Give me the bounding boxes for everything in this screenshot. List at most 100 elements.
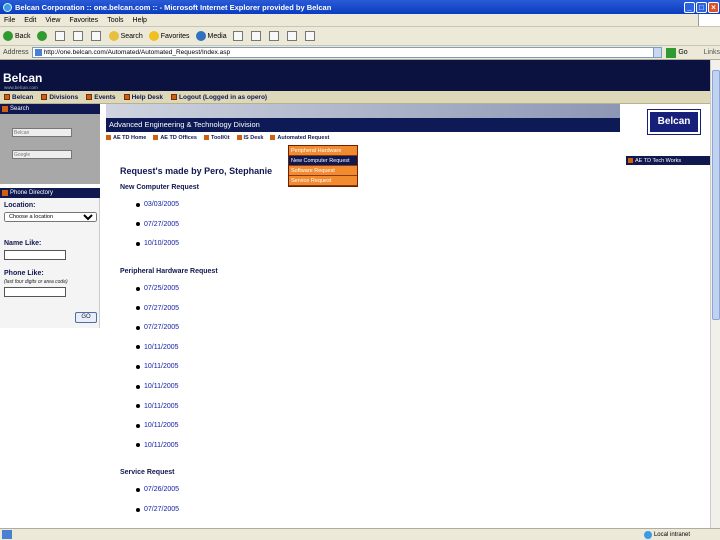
stop-button[interactable] — [54, 31, 67, 41]
location-label: Location: — [4, 202, 36, 209]
nav-events[interactable]: Events — [86, 94, 116, 101]
request-list: Request's made by Pero, Stephanie New Co… — [120, 166, 620, 528]
name-input[interactable] — [4, 250, 66, 260]
request-date-link[interactable]: 10/10/2005 — [144, 240, 179, 247]
subnav-bullet-icon — [204, 135, 209, 140]
request-date-link[interactable]: 10/11/2005 — [144, 363, 179, 370]
menu-view[interactable]: View — [45, 17, 60, 24]
request-date-link[interactable]: 10/11/2005 — [144, 403, 179, 410]
folder-button[interactable] — [304, 31, 317, 41]
peripheral-list: 07/25/2005 07/27/2005 07/27/2005 10/11/2… — [144, 279, 620, 455]
section-title-new-computer: New Computer Request — [120, 184, 199, 191]
print-button[interactable] — [268, 31, 281, 41]
mail-button[interactable] — [250, 31, 263, 41]
mail-icon — [250, 31, 261, 41]
phone-hint: (last four digits or area code) — [4, 279, 68, 285]
request-date-link[interactable]: 07/25/2005 — [144, 285, 179, 292]
list-item: 07/27/2005 — [144, 318, 620, 338]
menu-edit[interactable]: Edit — [24, 17, 36, 24]
stop-icon — [54, 31, 65, 41]
request-date-link[interactable]: 10/11/2005 — [144, 442, 179, 449]
subnav-toolkit[interactable]: ToolKit — [204, 135, 230, 141]
phone-input[interactable] — [4, 287, 66, 297]
request-date-link[interactable]: 10/11/2005 — [144, 344, 179, 351]
phone-directory-header: Phone Directory — [0, 188, 100, 198]
list-item: 10/11/2005 — [144, 338, 620, 358]
go-button[interactable]: Go — [666, 47, 688, 58]
subnav-bullet-icon — [236, 135, 242, 140]
subnav-aetd-home[interactable]: AE TD Home — [106, 135, 146, 141]
maximize-button[interactable]: □ — [696, 1, 707, 13]
name-label: Name Like: — [4, 240, 42, 247]
request-date-link[interactable]: 07/27/2005 — [144, 305, 179, 312]
go-arrow-icon — [666, 47, 677, 58]
history-button[interactable] — [232, 31, 245, 41]
menu-favorites[interactable]: Favorites — [69, 17, 98, 24]
list-item: 10/11/2005 — [144, 396, 620, 416]
address-dropdown-button[interactable] — [653, 47, 663, 58]
request-date-link[interactable]: 10/11/2005 — [144, 422, 179, 429]
site-header: Belcan www.belcan.com — [0, 60, 710, 91]
favorites-button[interactable]: Favorites — [148, 31, 190, 41]
nav-help-desk[interactable]: Help Desk — [123, 94, 163, 101]
division-subnav: AE TD Home AE TD Offices ToolKit IS Desk… — [106, 133, 626, 142]
page-status-icon — [2, 530, 12, 539]
belcan-logo[interactable]: Belcan — [3, 71, 42, 85]
edit-icon — [286, 31, 297, 41]
tech-works-link[interactable]: AE TD Tech Works — [626, 156, 710, 165]
status-bar: Local intranet — [0, 528, 720, 540]
media-button[interactable]: Media — [195, 31, 227, 41]
request-date-link[interactable]: 07/26/2005 — [144, 486, 179, 493]
vertical-scrollbar[interactable] — [710, 60, 720, 528]
back-button[interactable]: Back — [3, 31, 31, 41]
address-label: Address — [3, 49, 29, 56]
location-select[interactable]: Choose a location — [4, 212, 97, 222]
subnav-aetd-offices[interactable]: AE TD Offices — [153, 135, 197, 141]
media-icon — [195, 31, 206, 41]
request-date-link[interactable]: 10/11/2005 — [144, 383, 179, 390]
request-date-link[interactable]: 07/27/2005 — [144, 506, 179, 513]
nav-logout[interactable]: Logout (Logged in as opero) — [171, 94, 267, 101]
subnav-is-desk[interactable]: IS Desk — [236, 135, 263, 141]
close-button[interactable]: × — [708, 1, 719, 13]
list-item: 10/11/2005 — [144, 436, 620, 456]
page-title: Request's made by Pero, Stephanie — [120, 166, 273, 176]
subnav-automated-request[interactable]: Automated Request — [270, 135, 329, 141]
dropdown-new-computer-request[interactable]: New Computer Request — [289, 156, 357, 166]
request-date-link[interactable]: 03/03/2005 — [144, 201, 179, 208]
forward-button[interactable] — [36, 31, 49, 41]
logo-subtitle: www.belcan.com — [4, 85, 38, 90]
panel-bullet-icon — [2, 190, 8, 196]
nav-bullet-icon — [123, 94, 130, 100]
belcan-search-input[interactable] — [12, 128, 72, 137]
panel-bullet-icon — [2, 106, 8, 112]
edit-button[interactable] — [286, 31, 299, 41]
nav-belcan[interactable]: Belcan — [4, 94, 33, 101]
phone-label: Phone Like: — [4, 270, 44, 277]
subnav-bullet-icon — [153, 135, 159, 140]
ie-icon — [3, 2, 12, 12]
dropdown-service-request[interactable]: Service Request — [289, 176, 357, 186]
minimize-button[interactable]: _ — [684, 1, 695, 13]
address-bar: Address http://one.belcan.com/Automated/… — [0, 46, 720, 60]
google-search-input[interactable] — [12, 150, 72, 159]
request-date-link[interactable]: 07/27/2005 — [144, 324, 179, 331]
refresh-button[interactable] — [72, 31, 85, 41]
menu-tools[interactable]: Tools — [107, 17, 123, 24]
request-date-link[interactable]: 07/27/2005 — [144, 221, 179, 228]
dropdown-peripheral-hardware[interactable]: Peripheral Hardware — [289, 146, 357, 156]
home-button[interactable] — [90, 31, 103, 41]
dropdown-software-request[interactable]: Software Request — [289, 166, 357, 176]
search-button[interactable]: Search — [108, 31, 143, 41]
directory-go-button[interactable]: GO — [75, 312, 97, 323]
list-item: 10/10/2005 — [144, 234, 620, 254]
site-nav: Belcan Divisions Events Help Desk Logout… — [0, 91, 710, 104]
nav-divisions[interactable]: Divisions — [41, 94, 78, 101]
address-input[interactable]: http://one.belcan.com/Automated/Automate… — [31, 47, 655, 58]
belcan-badge-button[interactable]: Belcan — [647, 109, 701, 135]
links-button[interactable]: Links — [704, 49, 720, 56]
scrollbar-thumb[interactable] — [712, 70, 720, 320]
menu-file[interactable]: File — [4, 17, 15, 24]
section-title-peripheral: Peripheral Hardware Request — [120, 267, 218, 275]
menu-help[interactable]: Help — [133, 17, 147, 24]
